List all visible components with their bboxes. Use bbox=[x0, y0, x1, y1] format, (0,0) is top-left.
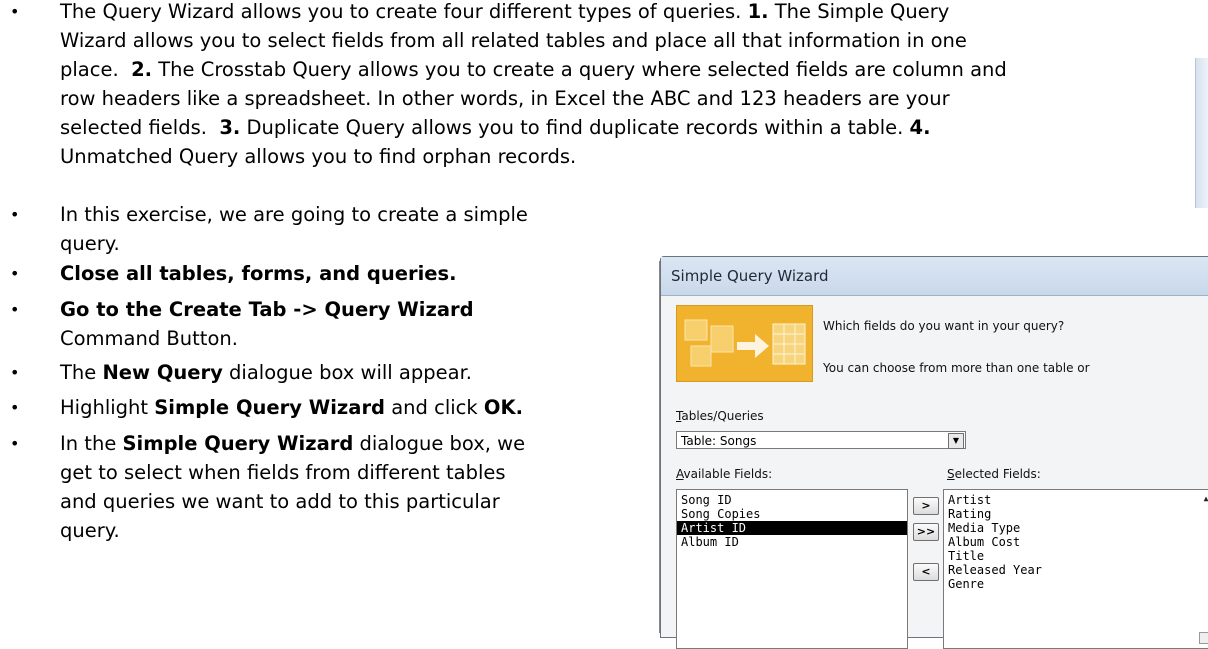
text-run: get to select when fields from different… bbox=[60, 461, 506, 484]
bullet-icon: • bbox=[10, 363, 20, 382]
tables-queries-select[interactable]: Table: Songs ▼ bbox=[676, 431, 966, 449]
selected-field-item[interactable]: Artist bbox=[948, 493, 1208, 507]
text-run: selected fields. bbox=[60, 116, 220, 139]
text-run: and queries we want to add to this parti… bbox=[60, 490, 500, 513]
text-run: dialogue box will appear. bbox=[222, 361, 472, 384]
bold-text: Simple Query Wizard bbox=[154, 396, 386, 419]
bullet-paragraph: The New Query dialogue box will appear. bbox=[60, 358, 472, 387]
bullet-paragraph: Close all tables, forms, and queries. bbox=[60, 259, 457, 288]
bullet-icon: • bbox=[10, 434, 20, 453]
paragraph-line: get to select when fields from different… bbox=[60, 458, 525, 487]
text-run: dialogue box, we bbox=[353, 432, 526, 455]
paragraph-line: In this exercise, we are going to create… bbox=[60, 200, 528, 229]
text-run: In the bbox=[60, 432, 123, 455]
dialog-title: Simple Query Wizard bbox=[661, 257, 1208, 296]
text-run: Unmatched Query allows you to find orpha… bbox=[60, 145, 577, 168]
document-page: • The Query Wizard allows you to create f… bbox=[0, 0, 1208, 649]
bold-text: 2. bbox=[131, 58, 153, 81]
available-field-item[interactable]: Artist ID bbox=[677, 521, 907, 535]
text-run: In this exercise, we are going to create… bbox=[60, 203, 528, 226]
paragraph-line: Close all tables, forms, and queries. bbox=[60, 259, 457, 288]
paragraph-line: The New Query dialogue box will appear. bbox=[60, 358, 472, 387]
text-run: The Simple Query bbox=[768, 0, 950, 23]
selected-field-item[interactable]: Album Cost bbox=[948, 535, 1208, 549]
text-run: Wizard allows you to select fields from … bbox=[60, 29, 967, 52]
selected-fields-label: Selected Fields: bbox=[947, 467, 1041, 481]
bullet-icon: • bbox=[10, 398, 20, 417]
paragraph-line: Command Button. bbox=[60, 324, 474, 353]
bold-text: Simple Query Wizard bbox=[122, 432, 354, 455]
available-fields-list[interactable]: Song ID Song Copies Artist ID Album ID bbox=[676, 489, 908, 649]
selected-field-item[interactable]: Media Type bbox=[948, 521, 1208, 535]
available-fields-label: Available Fields: bbox=[676, 467, 773, 481]
bullet-paragraph: In the Simple Query Wizard dialogue box,… bbox=[60, 429, 525, 545]
paragraph-line: and queries we want to add to this parti… bbox=[60, 487, 525, 516]
available-field-item[interactable]: Album ID bbox=[681, 535, 903, 549]
paragraph-line: Go to the Create Tab -> Query Wizard bbox=[60, 295, 474, 324]
text-run: Duplicate Query allows you to find dupli… bbox=[240, 116, 910, 139]
text-run: query. bbox=[60, 519, 120, 542]
available-field-item[interactable]: Song ID bbox=[681, 493, 903, 507]
paragraph-line: Highlight Simple Query Wizard and click … bbox=[60, 393, 523, 422]
bullet-icon: • bbox=[10, 264, 20, 283]
text-run: query. bbox=[60, 232, 120, 255]
text-run: The Query Wizard allows you to create fo… bbox=[60, 0, 748, 23]
text-run: and click bbox=[385, 396, 484, 419]
bold-text: 1. bbox=[747, 0, 769, 23]
remove-field-button[interactable]: < bbox=[913, 563, 939, 581]
prompt-text: Which fields do you want in your query? bbox=[823, 319, 1065, 333]
bold-text: New Query bbox=[102, 361, 223, 384]
text-run: The Crosstab Query allows you to create … bbox=[152, 58, 1007, 81]
bullet-icon: • bbox=[10, 2, 20, 21]
chevron-down-icon[interactable]: ▼ bbox=[948, 433, 964, 449]
selected-field-item[interactable]: Rating bbox=[948, 507, 1208, 521]
bold-text: 4. bbox=[909, 116, 931, 139]
bullet-paragraph: Go to the Create Tab -> Query Wizard Comm… bbox=[60, 295, 474, 353]
bullet-paragraph: The Query Wizard allows you to create fo… bbox=[60, 0, 1007, 171]
selected-fields-list[interactable]: ▲ Artist Rating Media Type Album Cost Title R… bbox=[943, 489, 1208, 649]
bullet-paragraph: Highlight Simple Query Wizard and click … bbox=[60, 393, 523, 422]
tables-queries-label: Tables/Queries bbox=[676, 409, 764, 423]
bold-text: OK. bbox=[483, 396, 523, 419]
bullet-icon: • bbox=[10, 205, 20, 224]
selected-fields-label-text: elected Fields: bbox=[954, 467, 1041, 481]
paragraph-line: query. bbox=[60, 516, 525, 545]
bold-text: Close all tables, forms, and queries. bbox=[60, 262, 457, 285]
simple-query-wizard-dialog: Simple Query Wizard Which fields do you … bbox=[660, 256, 1208, 649]
paragraph-line: query. bbox=[60, 229, 528, 258]
selected-field-item[interactable]: Genre bbox=[948, 577, 1208, 591]
selected-field-item[interactable]: Released Year bbox=[948, 563, 1208, 577]
text-run: Highlight bbox=[60, 396, 155, 419]
paragraph-line: selected fields. 3. Duplicate Query allo… bbox=[60, 113, 1007, 142]
text-run: Command Button. bbox=[60, 327, 238, 350]
tables-queries-value: Table: Songs bbox=[681, 434, 757, 448]
bold-text: Go to the Create Tab -> Query Wizard bbox=[60, 298, 474, 321]
scrollbar-thumb[interactable] bbox=[1199, 632, 1208, 644]
cropped-screenshot-edge bbox=[1195, 58, 1208, 208]
paragraph-line: place. 2. The Crosstab Query allows you … bbox=[60, 55, 1007, 84]
wizard-illustration-icon bbox=[676, 305, 813, 382]
selected-field-item[interactable]: Title bbox=[948, 549, 1208, 563]
text-run: The bbox=[60, 361, 103, 384]
add-field-button[interactable]: > bbox=[913, 497, 939, 515]
paragraph-line: Wizard allows you to select fields from … bbox=[60, 26, 1007, 55]
scroll-up-icon[interactable]: ▲ bbox=[1200, 492, 1208, 504]
bullet-paragraph: In this exercise, we are going to create… bbox=[60, 200, 528, 258]
available-field-item[interactable]: Song Copies bbox=[681, 507, 903, 521]
tables-queries-label-text: ables/Queries bbox=[681, 409, 764, 423]
subprompt-text: You can choose from more than one table … bbox=[823, 361, 1090, 375]
available-fields-label-text: vailable Fields: bbox=[683, 467, 773, 481]
paragraph-line: Unmatched Query allows you to find orpha… bbox=[60, 142, 1007, 171]
text-run: place. bbox=[60, 58, 132, 81]
add-all-fields-button[interactable]: >> bbox=[913, 523, 939, 541]
bold-text: 3. bbox=[219, 116, 241, 139]
paragraph-line: In the Simple Query Wizard dialogue box,… bbox=[60, 429, 525, 458]
paragraph-line: The Query Wizard allows you to create fo… bbox=[60, 0, 1007, 26]
text-run: row headers like a spreadsheet. In other… bbox=[60, 87, 950, 110]
bullet-icon: • bbox=[10, 300, 20, 319]
paragraph-line: row headers like a spreadsheet. In other… bbox=[60, 84, 1007, 113]
